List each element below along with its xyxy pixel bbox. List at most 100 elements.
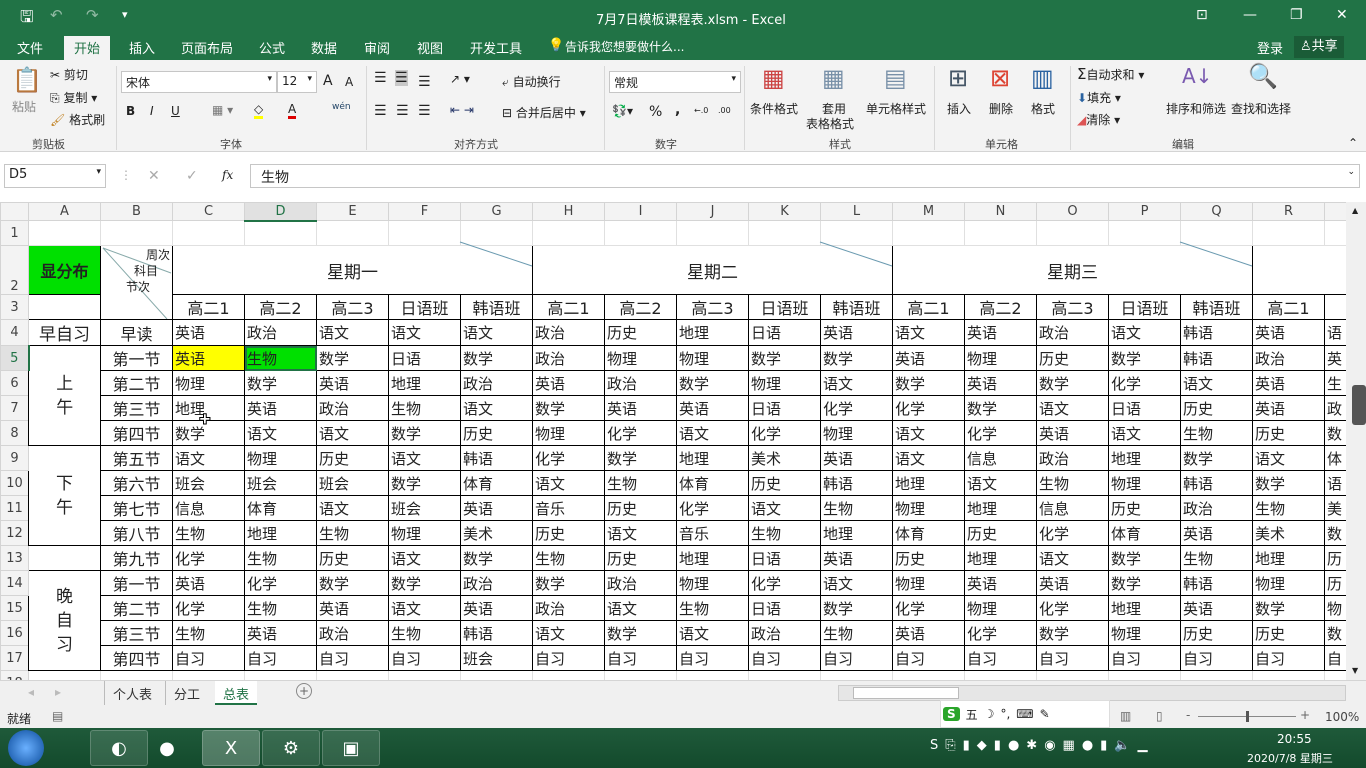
subject-cell[interactable]: 化学 [1108, 370, 1181, 396]
taskbar-app-icon[interactable]: ● [138, 730, 196, 766]
subject-cell[interactable]: 历史 [604, 495, 677, 521]
fill-color-icon[interactable]: ◇ [254, 102, 264, 119]
subject-cell[interactable]: 语文 [388, 545, 461, 571]
cell[interactable] [748, 670, 821, 680]
subject-cell[interactable]: 生物 [676, 595, 749, 621]
subject-cell[interactable]: 生物 [820, 495, 893, 521]
subject-cell[interactable]: 化学 [1036, 595, 1109, 621]
cell[interactable] [172, 670, 245, 680]
normal-view-icon[interactable]: ▥ [1120, 709, 1131, 723]
zoom-in-button[interactable]: + [1300, 708, 1310, 722]
percent-button[interactable]: % [649, 104, 662, 120]
moon-icon[interactable]: ☽ [984, 707, 995, 721]
subject-cell[interactable]: 历史 [1180, 620, 1253, 646]
cell[interactable] [460, 670, 533, 680]
insert-cells-icon[interactable]: ⊞ [948, 64, 968, 92]
column-header-M[interactable]: M [892, 202, 965, 221]
row-header-11[interactable]: 11 [0, 495, 29, 521]
class-header[interactable]: 高 [1324, 294, 1346, 320]
subject-cell[interactable]: 自习 [316, 645, 389, 671]
row-header-8[interactable]: 8 [0, 420, 29, 446]
cell[interactable] [460, 220, 533, 246]
subject-cell[interactable]: 地理 [892, 470, 965, 496]
punct-icon[interactable]: °, [1000, 707, 1010, 721]
class-header[interactable]: 高二2 [964, 294, 1037, 320]
subject-cell[interactable]: 地理 [820, 520, 893, 546]
subject-cell[interactable]: 语文 [676, 420, 749, 446]
subject-cell[interactable]: 地理 [388, 370, 461, 396]
start-button[interactable] [8, 730, 44, 766]
subject-cell[interactable]: 生物 [316, 520, 389, 546]
zoom-level[interactable]: 100% [1325, 710, 1359, 724]
bold-button[interactable]: B [126, 104, 135, 118]
format-table-button-l2[interactable]: 表格格式 [806, 115, 854, 132]
subject-cell[interactable]: 自习 [244, 645, 317, 671]
subject-cell[interactable]: 化学 [748, 570, 821, 596]
cell[interactable] [676, 220, 749, 246]
subject-cell[interactable]: 自 [1324, 645, 1346, 671]
cell[interactable] [892, 220, 965, 246]
font-name-select[interactable]: 宋体 ▾ [121, 71, 277, 93]
subject-cell[interactable]: 语文 [388, 445, 461, 471]
subject-cell[interactable]: 数学 [388, 570, 461, 596]
class-header[interactable]: 高二1 [172, 294, 245, 320]
subject-cell[interactable]: 政治 [244, 319, 317, 346]
taskbar-app2-icon[interactable]: ⚙ [262, 730, 320, 766]
column-header-B[interactable]: B [100, 202, 173, 221]
subject-cell[interactable]: 英语 [604, 395, 677, 421]
class-header[interactable]: 高二3 [676, 294, 749, 320]
phonetic-icon[interactable]: wén [332, 102, 351, 112]
subject-cell[interactable]: 数学 [820, 345, 893, 371]
wrench-icon[interactable]: ✎ [1040, 707, 1050, 721]
class-header[interactable]: 高二3 [1036, 294, 1109, 320]
subject-cell[interactable]: 自习 [748, 645, 821, 671]
column-header-E[interactable]: E [316, 202, 389, 221]
subject-cell[interactable]: 韩语 [460, 620, 533, 646]
column-header-H[interactable]: H [532, 202, 605, 221]
subject-cell[interactable]: 数学 [1108, 545, 1181, 571]
subject-cell[interactable]: 历史 [892, 545, 965, 571]
subject-cell[interactable]: 数学 [244, 370, 317, 396]
row-header-3[interactable]: 3 [0, 294, 29, 320]
subject-cell[interactable]: 体育 [1108, 520, 1181, 546]
subject-cell[interactable]: 日语 [388, 345, 461, 371]
subject-cell[interactable]: 化学 [604, 420, 677, 446]
subject-cell[interactable]: 英语 [892, 345, 965, 371]
tab-view[interactable]: 视图 [417, 38, 443, 57]
column-header-N[interactable]: N [964, 202, 1037, 221]
subject-cell[interactable]: 语文 [1108, 420, 1181, 446]
subject-cell[interactable]: 自习 [964, 645, 1037, 671]
column-header-A[interactable]: A [28, 202, 101, 221]
comma-button[interactable]: , [675, 102, 680, 118]
subject-cell[interactable]: 数 [1324, 520, 1346, 546]
subject-cell[interactable]: 语文 [676, 620, 749, 646]
row-header-16[interactable]: 16 [0, 620, 29, 646]
subject-cell[interactable]: 生物 [244, 595, 317, 621]
subject-cell[interactable]: 语文 [1252, 445, 1325, 471]
cell[interactable] [1036, 220, 1109, 246]
subject-cell[interactable]: 语文 [748, 495, 821, 521]
subject-cell[interactable]: 物理 [892, 495, 965, 521]
sheet-tab-total[interactable]: 总表 [215, 681, 258, 705]
column-header-K[interactable]: K [748, 202, 821, 221]
subject-cell[interactable]: 日语 [748, 595, 821, 621]
subject-cell[interactable]: 数学 [532, 570, 605, 596]
time-block-cell[interactable]: 下午 [28, 445, 101, 546]
subject-cell[interactable]: 数 [1324, 420, 1346, 446]
period-cell[interactable]: 第二节 [100, 595, 173, 621]
subject-cell[interactable]: 班会 [316, 470, 389, 496]
insert-function-icon[interactable]: fx [222, 168, 233, 182]
show-distribution-cell[interactable]: 显分布 [28, 245, 101, 295]
subject-cell[interactable]: 美术 [748, 445, 821, 471]
subject-cell[interactable]: 体育 [892, 520, 965, 546]
subject-cell[interactable]: 化学 [892, 595, 965, 621]
insert-cells-button[interactable]: 插入 [947, 100, 971, 117]
subject-cell[interactable]: 历史 [604, 319, 677, 346]
subject-cell[interactable]: 政治 [460, 570, 533, 596]
formula-input[interactable]: 生物 ⌄ [250, 164, 1360, 188]
h-scroll-thumb[interactable] [853, 687, 959, 699]
subject-cell[interactable]: 物 [1324, 595, 1346, 621]
subject-cell[interactable]: 地理 [964, 495, 1037, 521]
subject-cell[interactable]: 政治 [748, 620, 821, 646]
subject-cell[interactable]: 生物 [388, 620, 461, 646]
